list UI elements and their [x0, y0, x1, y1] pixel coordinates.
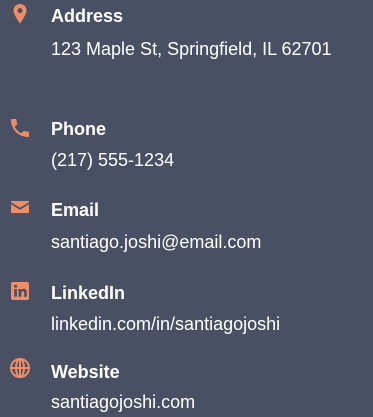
- phone-link[interactable]: (217) 555-1234: [51, 147, 369, 173]
- phone-icon: [8, 116, 32, 140]
- globe-icon: [8, 356, 32, 380]
- map-pin-icon: [8, 2, 32, 26]
- address-value: 123 Maple St, Springfield, IL 62701: [51, 39, 332, 59]
- website-link[interactable]: santiagojoshi.com: [51, 389, 369, 415]
- website-label: Website: [51, 362, 120, 382]
- linkedin-icon: [8, 279, 32, 303]
- envelope-icon: [8, 195, 32, 219]
- email-link[interactable]: santiago.joshi@email.com: [51, 229, 369, 255]
- phone-label: Phone: [51, 119, 107, 139]
- linkedin-link[interactable]: linkedin.com/in/santiagojoshi: [51, 311, 369, 337]
- contact-list: Address 123 Maple St, Springfield, IL 62…: [0, 0, 373, 417]
- address-label: Address: [51, 6, 124, 26]
- linkedin-label: LinkedIn: [51, 283, 126, 303]
- email-label: Email: [51, 200, 100, 220]
